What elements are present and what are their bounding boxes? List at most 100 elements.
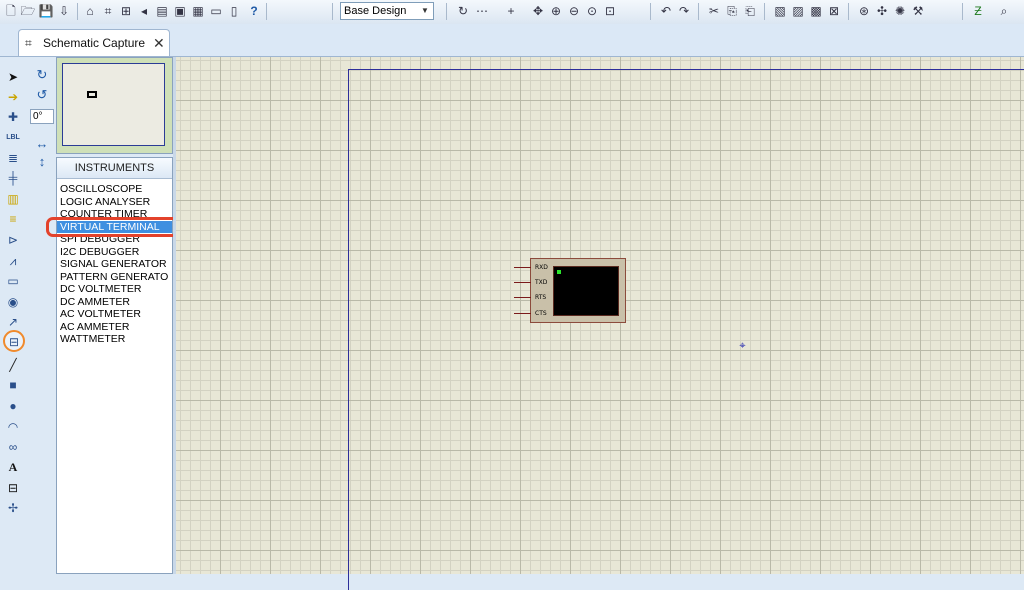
zoom-in-icon[interactable]: ⊕ [548,3,564,19]
device-pins-icon[interactable]: ⊳ [5,232,21,248]
document-tab-bar: ⌗ Schematic Capture ✕ [0,24,1024,57]
mode-toolbar: ➤ ➔ ✚ LBL ≣ ╪ ▥ ≡ ⊳ ⩘ ▭ ◉ ↗ ⊟ ╱ ■ ● ◠ ∞ … [0,57,29,574]
schematic-icon[interactable]: ⌗ [100,3,116,19]
list-item[interactable]: AC AMMETER [57,321,172,334]
component-mode-icon[interactable]: ➔ [5,89,21,105]
new-file-icon[interactable]: 🗋 [3,3,19,19]
redo-icon[interactable]: ↷ [676,3,692,19]
instruments-list-panel: INSTRUMENTS OSCILLOSCOPE LOGIC ANALYSER … [56,157,173,574]
make-device-icon[interactable]: ✣ [874,3,890,19]
selection-mode-icon[interactable]: ➤ [5,69,21,85]
pin-label-rxd: RXD [535,264,548,271]
junction-dot-icon[interactable]: ✚ [5,109,21,125]
box-icon[interactable]: ■ [5,377,21,393]
tape-recorder-icon[interactable]: ▭ [5,273,21,289]
origin-icon[interactable]: + [503,3,519,19]
block-delete-icon[interactable]: ⊠ [826,3,842,19]
pin-label-rts: RTS [535,294,547,301]
block-rotate-icon[interactable]: ▩ [808,3,824,19]
text-icon[interactable]: A [5,459,21,475]
zoom-out-icon[interactable]: ⊖ [566,3,582,19]
overview-window[interactable] [62,63,165,146]
pin-label-txd: TXD [535,279,548,286]
bom-icon[interactable]: ▤ [154,3,170,19]
grid-toggle-icon[interactable]: ⋯ [474,3,490,19]
mirror-vertical-icon[interactable]: ↕ [34,154,50,170]
list-item[interactable]: PATTERN GENERATO [57,271,172,284]
import-icon[interactable]: ⇩ [56,3,72,19]
block-move-icon[interactable]: ▨ [790,3,806,19]
search-icon[interactable]: ⌕ [996,3,1012,19]
pin-rxd-wire [514,267,531,268]
list-item[interactable]: DC AMMETER [57,296,172,309]
close-icon[interactable]: ✕ [153,35,165,52]
gerber-icon[interactable]: ◂ [136,3,152,19]
circle-icon[interactable]: ● [5,398,21,414]
origin-marker-icon: ⌖ [739,340,746,352]
packaging-tool-icon[interactable]: ✺ [892,3,908,19]
pin-txd-wire [514,282,531,283]
design-explorer-icon[interactable]: ▣ [172,3,188,19]
tab-schematic-capture[interactable]: ⌗ Schematic Capture ✕ [18,29,170,56]
rotate-clockwise-icon[interactable]: ↻ [34,67,50,83]
list-item[interactable]: I2C DEBUGGER [57,246,172,259]
marker-icon[interactable]: ✢ [5,500,21,516]
graph-icon[interactable]: ⩘ [5,253,21,269]
list-item[interactable]: SIGNAL GENERATOR [57,258,172,271]
decompose-icon[interactable]: ⚒ [910,3,926,19]
probe-icon[interactable]: ↗ [5,314,21,330]
list-item[interactable]: OSCILLOSCOPE [57,183,172,196]
home-icon[interactable]: ⌂ [82,3,98,19]
virtual-terminal-component[interactable]: RXD TXD RTS CTS [514,258,626,323]
wire-label-icon[interactable]: LBL [5,130,21,146]
schematic-canvas[interactable]: ⌖ RXD TXD RTS CTS [176,57,1024,590]
text-script-icon[interactable]: ≣ [5,150,21,166]
cut-icon[interactable]: ✂ [706,3,722,19]
list-item[interactable]: AC VOLTMETER [57,308,172,321]
virtual-instruments-icon[interactable]: ⊟ [3,330,25,352]
list-item[interactable]: DC VOLTMETER [57,283,172,296]
list-item[interactable]: SPI DEBUGGER [57,233,172,246]
pin-cts-wire [514,313,531,314]
copy-icon[interactable]: ⎘ [724,3,740,19]
pick-device-icon[interactable]: ⊛ [856,3,872,19]
refresh-icon[interactable]: ↻ [455,3,471,19]
rotate-anticlockwise-icon[interactable]: ↺ [34,87,50,103]
open-folder-icon[interactable]: 🗁 [20,3,36,19]
wire-autorouter-icon[interactable]: Ƶ [970,3,986,19]
symbol-icon[interactable]: ⊟ [5,480,21,496]
subcircuit-icon[interactable]: ▥ [5,191,21,207]
rotation-panel: ↻ ↺ 0° ↔ ↕ [28,57,56,574]
zoom-all-icon[interactable]: ⊙ [584,3,600,19]
pcb-layout-icon[interactable]: ▦ [190,3,206,19]
instruments-list: OSCILLOSCOPE LOGIC ANALYSER COUNTER TIME… [57,179,172,346]
pin-rts-wire [514,297,531,298]
document-icon[interactable]: ▯ [226,3,242,19]
arc-icon[interactable]: ◠ [5,419,21,435]
status-led [557,270,561,274]
list-item[interactable]: LOGIC ANALYSER [57,196,172,209]
design-variant-select[interactable]: Base Design ▼ [340,2,434,20]
bus-icon[interactable]: ╪ [5,170,21,186]
main-toolbar: 🗋 🗁 💾 ⇩ ⌂ ⌗ ⊞ ◂ ▤ ▣ ▦ ▭ ▯ ? Base Design … [0,0,1024,25]
generator-icon[interactable]: ◉ [5,294,21,310]
line-icon[interactable]: ╱ [5,357,21,373]
block-copy-icon[interactable]: ▧ [772,3,788,19]
terminals-icon[interactable]: ≡ [5,211,21,227]
mirror-horizontal-icon[interactable]: ↔ [34,136,50,152]
path-icon[interactable]: ∞ [5,439,21,455]
rotation-angle-field[interactable]: 0° [30,109,54,124]
notes-icon[interactable]: ▭ [208,3,224,19]
save-icon[interactable]: 💾 [38,3,54,19]
paste-icon[interactable]: ⎗ [742,3,758,19]
list-item-selected[interactable]: VIRTUAL TERMINAL [57,220,172,233]
instruments-header: INSTRUMENTS [57,158,172,179]
list-item[interactable]: WATTMETER [57,333,172,346]
undo-icon[interactable]: ↶ [658,3,674,19]
pin-label-cts: CTS [535,310,547,317]
pcb-icon[interactable]: ⊞ [118,3,134,19]
list-item[interactable]: COUNTER TIMER [57,208,172,221]
pan-icon[interactable]: ✥ [530,3,546,19]
zoom-area-icon[interactable]: ⊡ [602,3,618,19]
help-icon[interactable]: ? [246,3,262,19]
